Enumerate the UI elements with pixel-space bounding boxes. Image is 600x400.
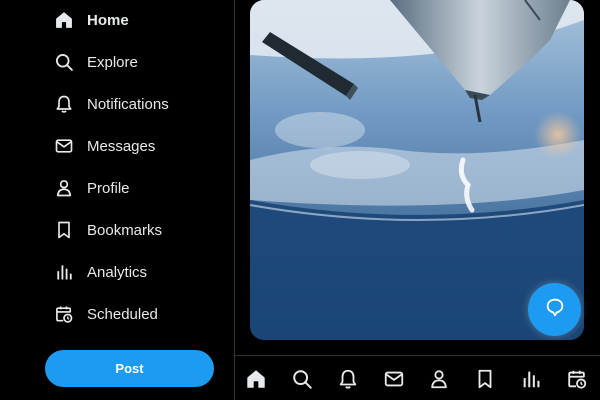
sidebar: Home Explore Notifications Messages Prof… [0, 0, 235, 400]
sidebar-item-label: Scheduled [87, 305, 158, 323]
person-icon[interactable] [427, 367, 451, 391]
sidebar-item-scheduled[interactable]: Scheduled [53, 298, 158, 330]
sidebar-item-label: Analytics [87, 263, 148, 281]
sidebar-item-messages[interactable]: Messages [53, 130, 155, 162]
sidebar-item-notifications[interactable]: Notifications [53, 88, 169, 120]
sidebar-item-label: Explore [87, 53, 138, 71]
sidebar-item-label: Messages [87, 137, 156, 155]
calendar-clock-icon [53, 303, 75, 325]
calendar-clock-icon[interactable] [565, 367, 589, 391]
bar-chart-icon [53, 261, 75, 283]
home-icon [53, 9, 75, 31]
bottom-nav-bar [235, 356, 600, 400]
chat-bubble-icon [544, 296, 566, 323]
search-icon [53, 51, 75, 73]
sidebar-item-explore[interactable]: Explore [53, 46, 138, 78]
compose-fab-button[interactable] [528, 283, 581, 336]
sidebar-item-label: Notifications [87, 95, 169, 113]
bell-icon[interactable] [336, 367, 360, 391]
sidebar-item-label: Home [87, 11, 129, 29]
bar-chart-icon[interactable] [519, 367, 543, 391]
sidebar-item-analytics[interactable]: Analytics [53, 256, 147, 288]
envelope-icon[interactable] [382, 367, 406, 391]
bookmark-icon[interactable] [473, 367, 497, 391]
post-button[interactable]: Post [45, 350, 214, 387]
bookmark-icon [53, 219, 75, 241]
search-icon[interactable] [290, 367, 314, 391]
home-icon[interactable] [244, 367, 268, 391]
sidebar-item-bookmarks[interactable]: Bookmarks [53, 214, 162, 246]
sidebar-item-profile[interactable]: Profile [53, 172, 130, 204]
sidebar-item-label: Profile [87, 179, 130, 197]
envelope-icon [53, 135, 75, 157]
post-media-image[interactable] [250, 0, 584, 340]
bell-icon [53, 93, 75, 115]
sidebar-divider [234, 0, 235, 400]
sidebar-item-home[interactable]: Home [53, 4, 129, 36]
person-icon [53, 177, 75, 199]
sidebar-item-label: Bookmarks [87, 221, 163, 239]
